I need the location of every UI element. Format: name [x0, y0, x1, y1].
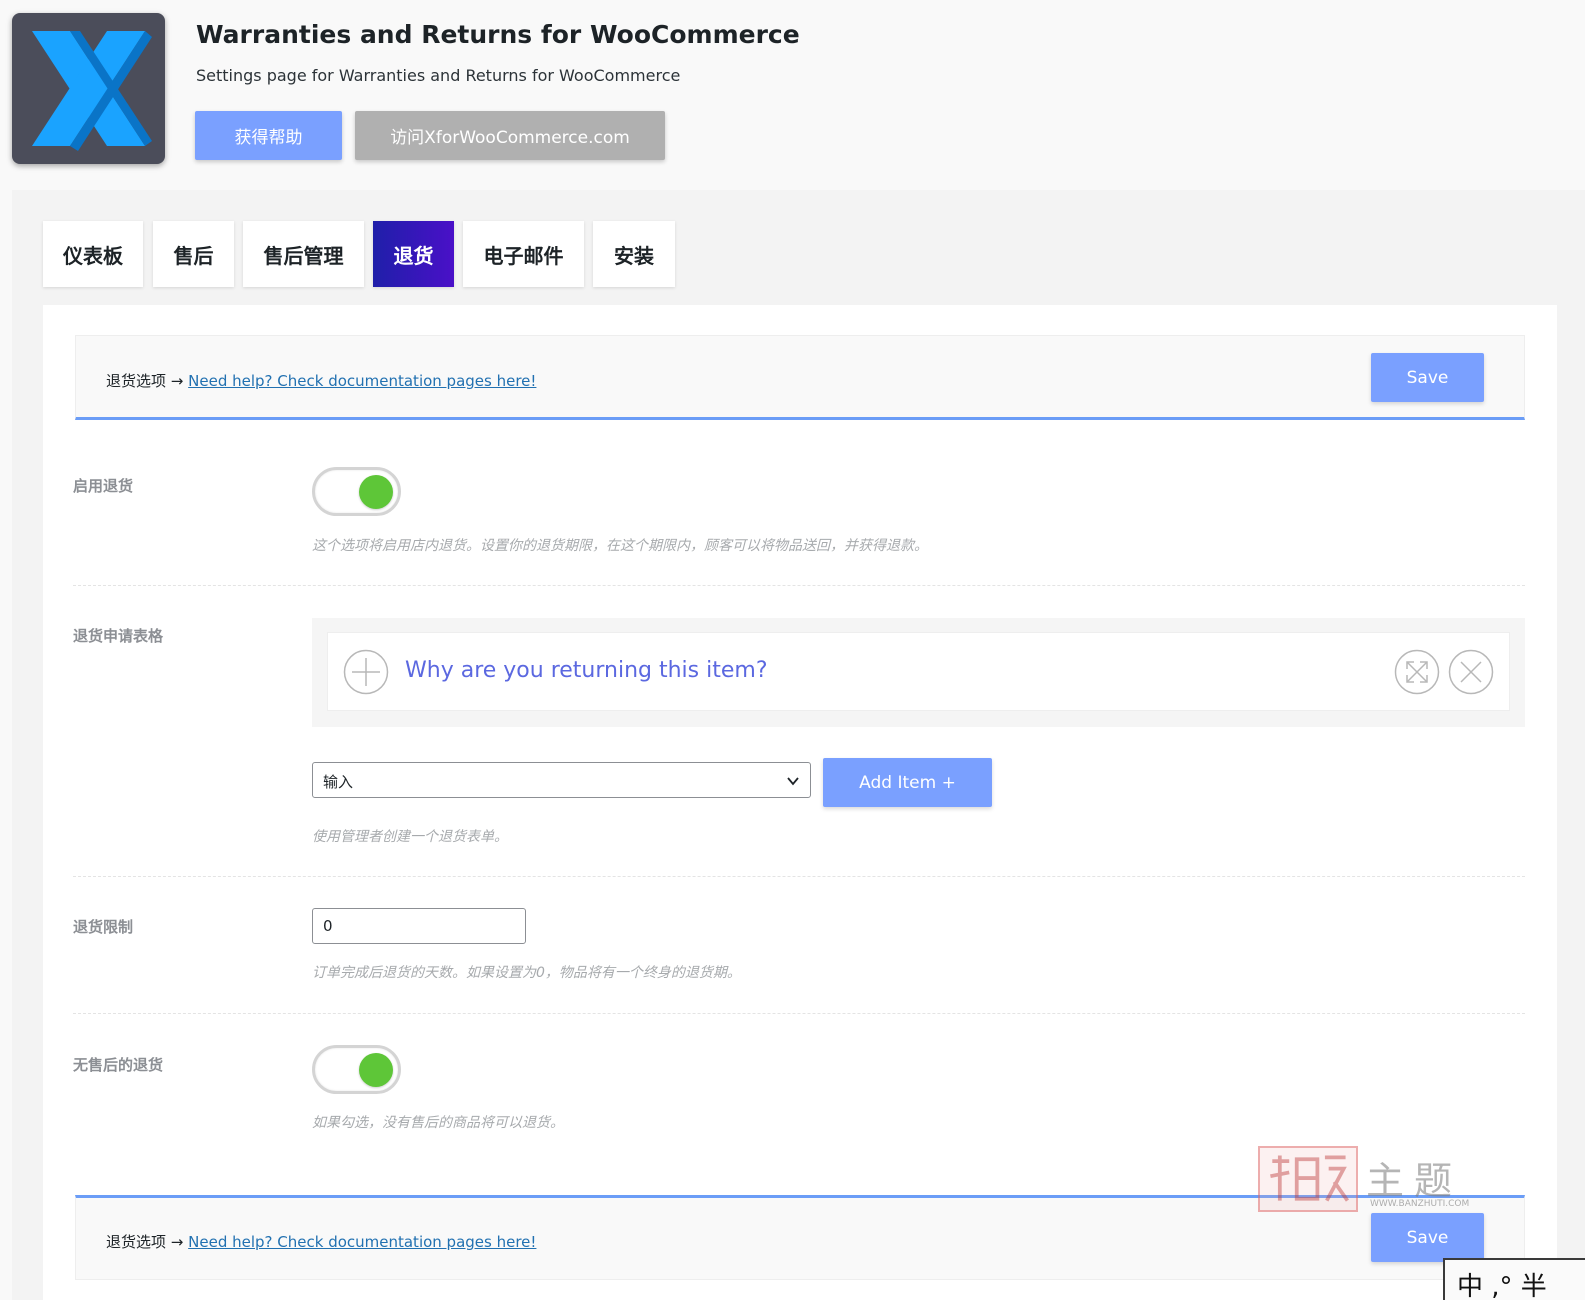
watermark-text: 主题	[1366, 1159, 1463, 1203]
tab-returns[interactable]: 退货	[373, 221, 454, 287]
return-form-builder: Why are you returning this item?	[312, 618, 1525, 727]
plugin-subtitle: Settings page for Warranties and Returns…	[196, 66, 681, 85]
toggle-knob	[359, 1053, 393, 1087]
return-form-description: 使用管理者创建一个退货表单。	[312, 829, 508, 845]
divider	[73, 876, 1525, 877]
watermark: 主题 WWW.BANZHUTI.COM	[1258, 1146, 1488, 1212]
form-item: Why are you returning this item?	[327, 632, 1510, 711]
add-item-button[interactable]: Add Item +	[823, 758, 992, 807]
plugin-title: Warranties and Returns for WooCommerce	[196, 20, 800, 49]
chevron-down-icon	[787, 777, 799, 786]
form-item-label[interactable]: Why are you returning this item?	[405, 658, 768, 683]
options-bar-text: 退货选项 → Need help? Check documentation pa…	[106, 370, 536, 391]
get-help-button[interactable]: 获得帮助	[195, 111, 342, 160]
enable-returns-description: 这个选项将启用店内退货。设置你的退货期限，在这个期限内，顾客可以将物品送回，并获…	[312, 538, 928, 554]
tab-emails[interactable]: 电子邮件	[463, 221, 584, 287]
select-value: 输入	[323, 773, 354, 791]
tab-warranty-management[interactable]: 售后管理	[243, 221, 364, 287]
options-bar-text: 退货选项 → Need help? Check documentation pa…	[106, 1231, 536, 1252]
arrow-icon: →	[170, 372, 184, 390]
visit-site-button[interactable]: 访问XforWooCommerce.com	[355, 111, 665, 160]
save-button-bottom[interactable]: Save	[1371, 1213, 1484, 1262]
return-limit-label: 退货限制	[73, 918, 134, 936]
plus-circle-icon[interactable]	[343, 649, 389, 695]
toggle-knob	[359, 475, 393, 509]
ime-toolbar[interactable]: 中 ,° 半	[1443, 1258, 1585, 1300]
field-type-select[interactable]: 输入	[312, 762, 811, 798]
close-circle-icon[interactable]	[1448, 649, 1494, 695]
options-label: 退货选项	[106, 1233, 167, 1251]
tab-dashboard[interactable]: 仪表板	[43, 221, 143, 287]
tab-installation[interactable]: 安装	[593, 221, 675, 287]
documentation-link[interactable]: Need help? Check documentation pages her…	[188, 1233, 536, 1251]
return-limit-input[interactable]	[312, 908, 526, 944]
ime-text: 中 ,° 半	[1457, 1272, 1547, 1300]
divider	[73, 1013, 1525, 1014]
x-logo-icon	[32, 31, 152, 151]
documentation-link[interactable]: Need help? Check documentation pages her…	[188, 372, 536, 390]
expand-icon[interactable]	[1394, 649, 1440, 695]
watermark-url: WWW.BANZHUTI.COM	[1370, 1199, 1470, 1209]
options-label: 退货选项	[106, 372, 167, 390]
plugin-logo	[12, 13, 165, 164]
options-bar-top: 退货选项 → Need help? Check documentation pa…	[75, 335, 1525, 420]
divider	[73, 585, 1525, 586]
return-limit-description: 订单完成后退货的天数。如果设置为0，物品将有一个终身的退货期。	[312, 965, 741, 981]
enable-returns-label: 启用退货	[73, 477, 134, 495]
returns-without-warranty-description: 如果勾选，没有售后的商品将可以退货。	[312, 1115, 564, 1131]
returns-without-warranty-label: 无售后的退货	[73, 1056, 164, 1074]
arrow-icon: →	[170, 1233, 184, 1251]
save-button-top[interactable]: Save	[1371, 353, 1484, 402]
return-form-label: 退货申请表格	[73, 627, 164, 645]
watermark-seal-icon	[1258, 1146, 1358, 1212]
tab-warranties[interactable]: 售后	[153, 221, 234, 287]
returns-without-warranty-toggle[interactable]	[312, 1045, 401, 1094]
enable-returns-toggle[interactable]	[312, 467, 401, 516]
